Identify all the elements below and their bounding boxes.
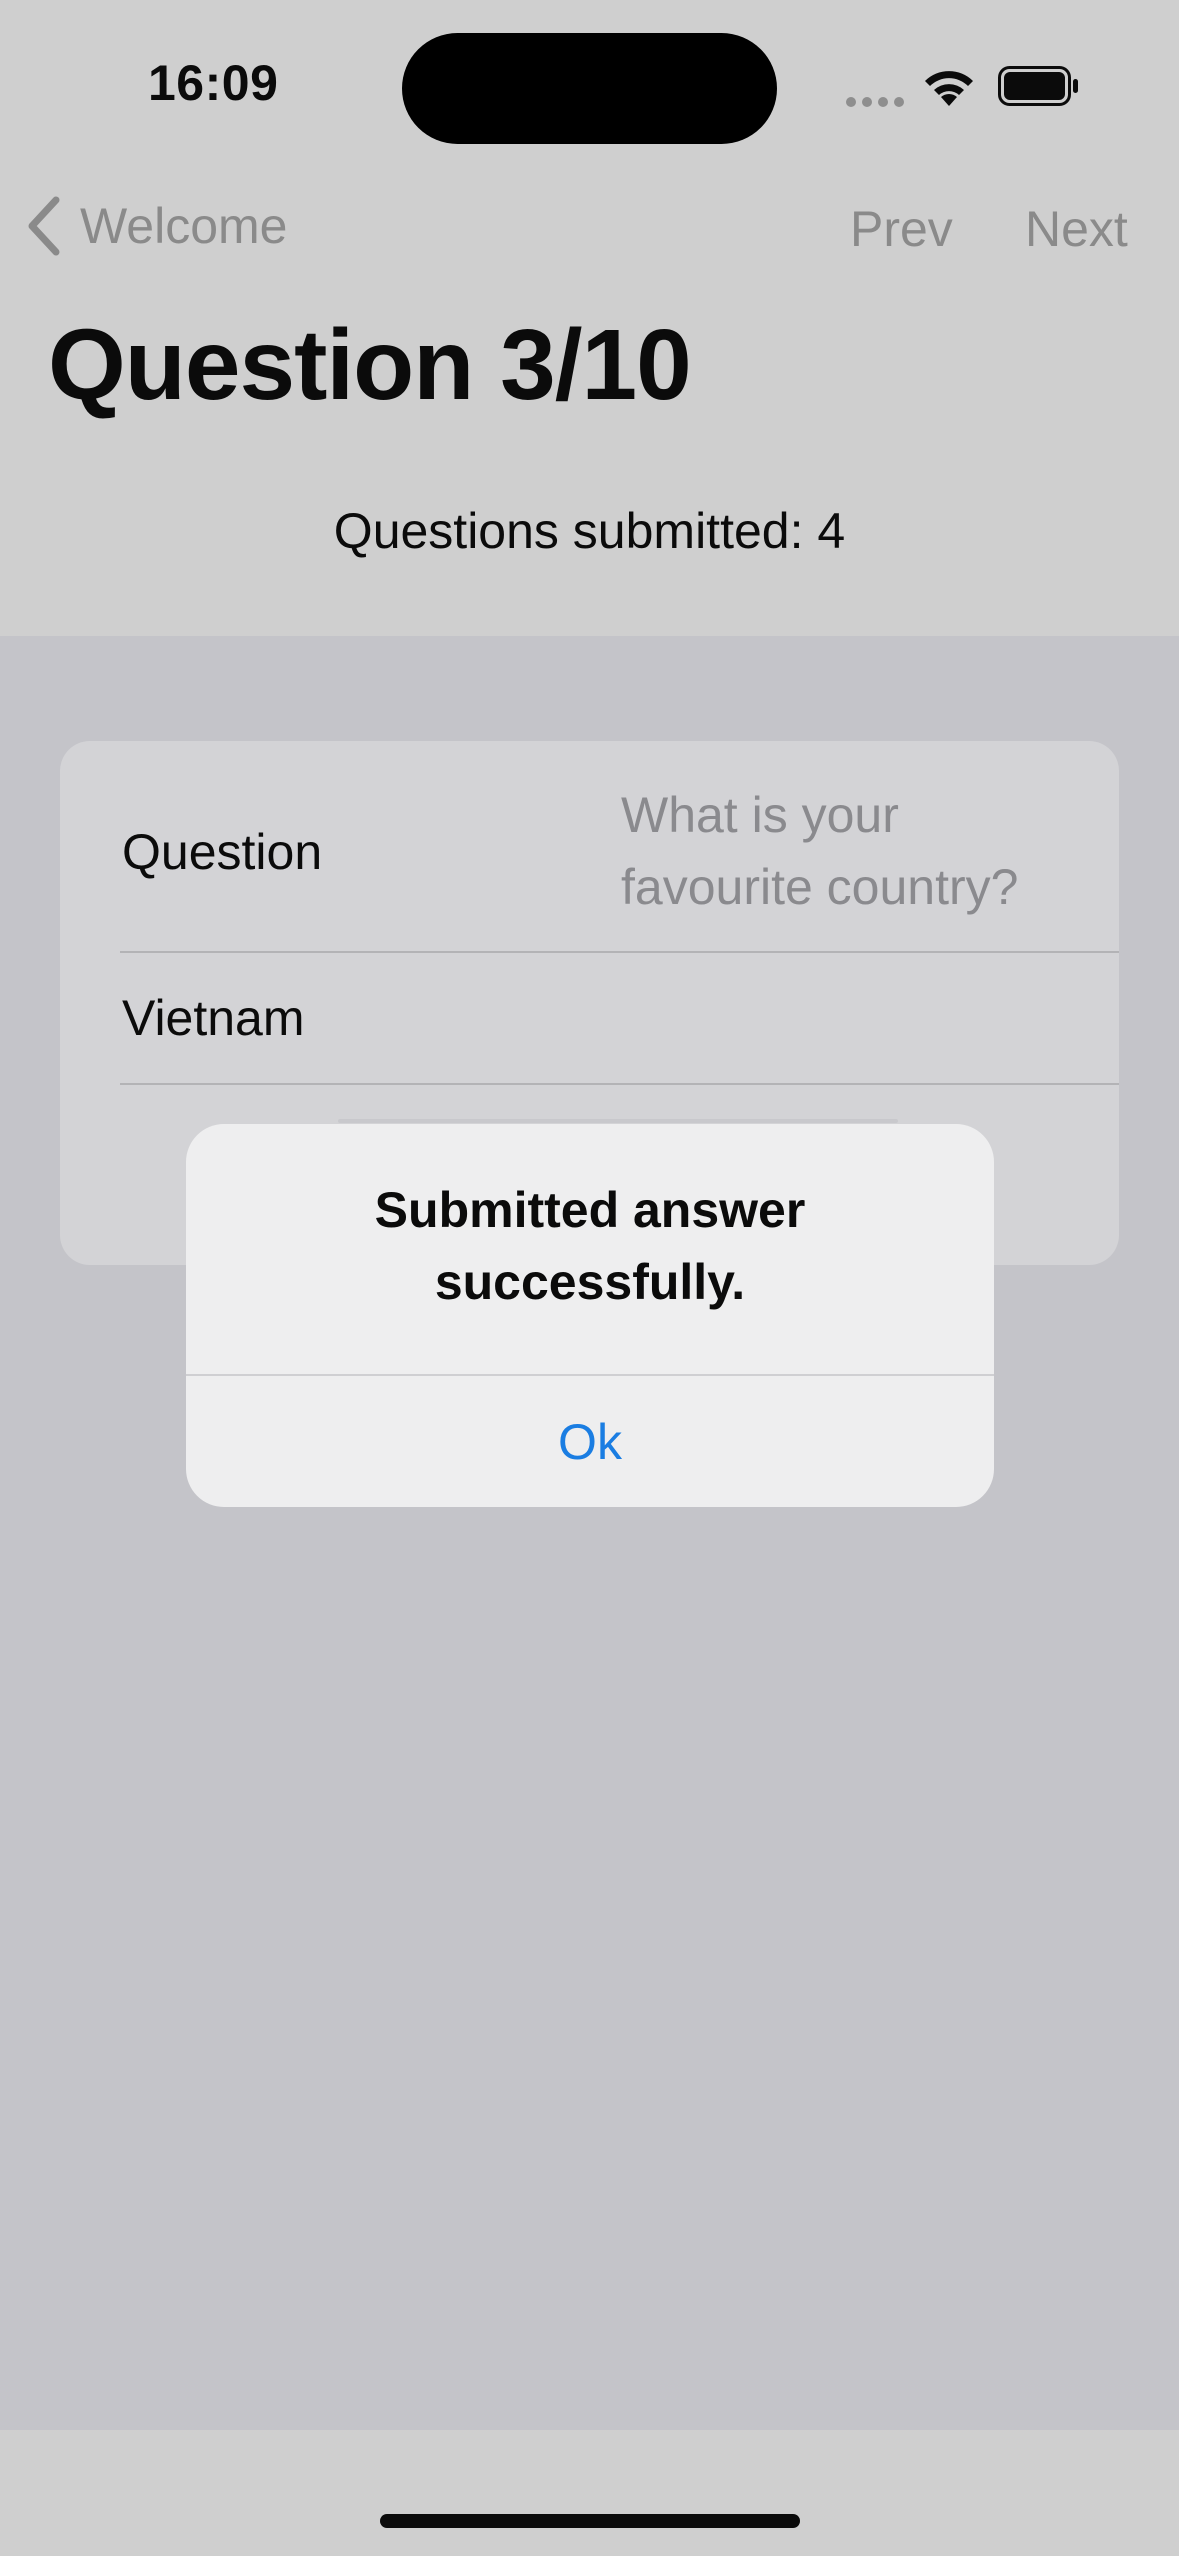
home-indicator[interactable] [380, 2514, 800, 2528]
alert-dialog: Submitted answer successfully. Ok [186, 1124, 994, 1507]
page-title: Question 3/10 [48, 309, 692, 421]
question-row: Question What is your favourite country? [60, 741, 1119, 951]
status-time: 16:09 [148, 55, 279, 111]
alert-title: Submitted answer successfully. [374, 1182, 806, 1310]
submit-button[interactable] [338, 1119, 898, 1123]
submitted-count: Questions submitted: 4 [333, 503, 846, 559]
back-button-label: Welcome [80, 198, 288, 254]
divider [120, 951, 1119, 953]
divider [120, 1083, 1119, 1085]
wifi-icon [925, 71, 973, 106]
bottom-bar [0, 2430, 1179, 2556]
screen: 16:09 Welcome Prev Next Question 3/10 Qu… [0, 0, 1179, 2556]
ok-button[interactable]: Ok [186, 1376, 994, 1507]
next-button[interactable]: Next [1025, 200, 1128, 258]
dynamic-island [402, 33, 777, 144]
prev-button[interactable]: Prev [850, 200, 953, 258]
battery-icon [998, 66, 1078, 106]
answer-field[interactable]: Vietnam [122, 989, 305, 1047]
back-button[interactable]: Welcome [24, 194, 287, 258]
signal-dots-icon [846, 97, 904, 107]
chevron-left-icon [28, 196, 60, 256]
question-value: What is your favourite country? [621, 787, 1019, 915]
question-label: Question [122, 824, 323, 880]
